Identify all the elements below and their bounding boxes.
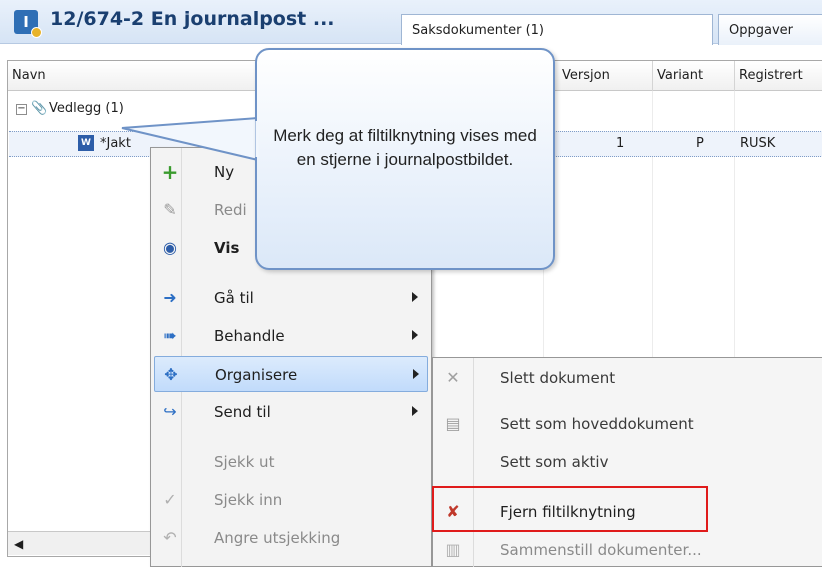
window-titlebar: I 12/674-2 En journalpost ... Saksdokume… (0, 0, 822, 45)
menu-item-organisere[interactable]: ✥ Organisere (154, 356, 428, 392)
menu-item-label: Redi (214, 201, 247, 219)
callout-text: Merk deg at filtilknytning vises med en … (273, 126, 537, 169)
tree-folder-vedlegg[interactable]: − 📎 Vedlegg (1) (16, 101, 124, 116)
tab-oppgaver[interactable]: Oppgaver (718, 14, 822, 45)
highlight-box (432, 486, 708, 532)
window-title: 12/674-2 En journalpost ... (50, 8, 335, 30)
merge-icon: ▥ (445, 540, 461, 559)
menu-item-angre-utsjekking[interactable]: ↶ Angre utsjekking (154, 520, 428, 556)
menu-item-label: Organisere (215, 366, 298, 384)
menu-item-sett-som-aktiv[interactable]: Sett som aktiv (435, 444, 815, 480)
menu-item-sammenstill-dokumenter[interactable]: ▥ Sammenstill dokumenter... (435, 532, 815, 567)
process-icon: ➠ (163, 326, 177, 345)
goto-arrow-icon: ➜ (163, 288, 177, 307)
main-document-icon: ▤ (445, 414, 461, 433)
collapse-icon[interactable]: − (16, 104, 27, 115)
plus-icon: + (161, 160, 179, 184)
eye-icon: ◉ (163, 238, 177, 257)
menu-item-label: Sett som aktiv (500, 453, 609, 471)
menu-item-label: Angre utsjekking (214, 529, 341, 547)
row-registered: RUSK (740, 136, 776, 151)
folder-label: Vedlegg (1) (49, 101, 124, 116)
submenu-arrow-icon (412, 292, 418, 302)
organize-icon: ✥ (164, 365, 178, 384)
scroll-left-icon[interactable]: ◀ (14, 537, 23, 551)
menu-item-sjekk-inn[interactable]: ✓ Sjekk inn (154, 482, 428, 518)
check-icon: ✓ (163, 490, 177, 509)
menu-item-label: Slett dokument (500, 369, 616, 387)
paperclip-icon: 📎 (31, 101, 48, 116)
submenu-arrow-icon (413, 369, 419, 379)
menu-item-label: Send til (214, 403, 271, 421)
menu-item-label: Behandle (214, 327, 285, 345)
menu-item-label: Sammenstill dokumenter... (500, 541, 702, 559)
column-header-registrert[interactable]: Registrert (734, 61, 822, 91)
pencil-icon: ✎ (163, 200, 177, 219)
menu-item-behandle[interactable]: ➠ Behandle (154, 318, 428, 354)
row-variant: P (696, 136, 704, 151)
column-header-versjon[interactable]: Versjon (543, 61, 652, 91)
menu-item-send-til[interactable]: ↪ Send til (154, 394, 428, 430)
delete-x-icon: ✕ (446, 368, 460, 387)
menu-item-label: Vis (214, 239, 240, 257)
menu-item-label: Sjekk ut (214, 453, 275, 471)
column-header-variant[interactable]: Variant (652, 61, 734, 91)
callout-tooltip: Merk deg at filtilknytning vises med en … (255, 48, 555, 270)
menu-item-label: Ny (214, 163, 235, 181)
submenu-arrow-icon (412, 406, 418, 416)
word-document-icon: W (78, 135, 94, 151)
row-name: *Jakt (100, 136, 131, 151)
journal-post-icon: I (14, 10, 42, 38)
menu-item-label: Sjekk inn (214, 491, 283, 509)
row-version: 1 (616, 136, 625, 151)
tab-saksdokumenter[interactable]: Saksdokumenter (1) (401, 14, 713, 45)
menu-item-label: Gå til (214, 289, 254, 307)
send-icon: ↪ (163, 402, 177, 421)
menu-item-label: Sett som hoveddokument (500, 415, 694, 433)
organisere-submenu: ✕ Slett dokument ▤ Sett som hoveddokumen… (432, 357, 822, 567)
undo-icon: ↶ (163, 528, 177, 547)
menu-item-ga-til[interactable]: ➜ Gå til (154, 280, 428, 316)
menu-item-sett-som-hoveddokument[interactable]: ▤ Sett som hoveddokument (435, 406, 815, 442)
menu-item-sjekk-ut[interactable]: Sjekk ut (154, 444, 428, 480)
submenu-arrow-icon (412, 330, 418, 340)
menu-item-slett-dokument[interactable]: ✕ Slett dokument (435, 360, 815, 396)
horizontal-scrollbar[interactable]: ◀ (8, 531, 166, 555)
